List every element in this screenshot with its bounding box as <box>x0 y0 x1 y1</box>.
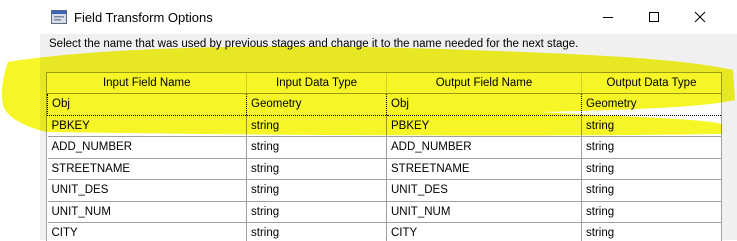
cell-input-field-name[interactable]: Obj <box>48 94 247 116</box>
cell-input-data-type[interactable]: string <box>247 115 387 137</box>
table-row[interactable]: ADD_NUMBER string ADD_NUMBER string <box>48 137 722 159</box>
cell-input-data-type[interactable]: string <box>247 201 387 223</box>
table-row[interactable]: UNIT_NUM string UNIT_NUM string <box>48 201 722 223</box>
cell-input-data-type[interactable]: string <box>247 158 387 180</box>
cell-output-field-name[interactable]: ADD_NUMBER <box>387 137 582 159</box>
cell-output-data-type[interactable]: string <box>582 223 722 241</box>
cell-input-field-name[interactable]: CITY <box>48 223 247 241</box>
cell-input-field-name[interactable]: STREETNAME <box>48 158 247 180</box>
cell-output-data-type[interactable]: Geometry <box>582 94 722 116</box>
cell-input-data-type[interactable]: Geometry <box>247 94 387 116</box>
close-icon <box>694 11 706 23</box>
cell-output-field-name[interactable]: CITY <box>387 223 582 241</box>
cell-output-data-type[interactable]: string <box>582 158 722 180</box>
minimize-button[interactable] <box>585 0 631 34</box>
column-header-input-data-type[interactable]: Input Data Type <box>247 73 387 94</box>
cell-output-data-type[interactable]: string <box>582 180 722 202</box>
cell-output-field-name[interactable]: UNIT_DES <box>387 180 582 202</box>
cell-output-data-type[interactable]: string <box>582 201 722 223</box>
cell-input-field-name[interactable]: UNIT_NUM <box>48 201 247 223</box>
title-bar[interactable]: Field Transform Options <box>0 0 737 34</box>
cell-input-data-type[interactable]: string <box>247 137 387 159</box>
table-row[interactable]: PBKEY string PBKEY string <box>48 115 722 137</box>
grid-header-row: Input Field Name Input Data Type Output … <box>48 73 722 94</box>
column-header-output-data-type[interactable]: Output Data Type <box>582 73 722 94</box>
cell-output-field-name[interactable]: Obj <box>387 94 582 116</box>
table-row[interactable]: CITY string CITY string <box>48 223 722 241</box>
cell-input-field-name[interactable]: PBKEY <box>48 115 247 137</box>
cell-input-field-name[interactable]: ADD_NUMBER <box>48 137 247 159</box>
cell-input-field-name[interactable]: UNIT_DES <box>48 180 247 202</box>
window-title: Field Transform Options <box>74 10 213 25</box>
instruction-text: Select the name that was used by previou… <box>49 38 578 50</box>
table-row[interactable]: UNIT_DES string UNIT_DES string <box>48 180 722 202</box>
table-row[interactable]: Obj Geometry Obj Geometry <box>48 94 722 116</box>
table-row[interactable]: STREETNAME string STREETNAME string <box>48 158 722 180</box>
minimize-icon <box>602 11 614 23</box>
cell-output-data-type[interactable]: string <box>582 137 722 159</box>
cell-output-field-name[interactable]: PBKEY <box>387 115 582 137</box>
cell-input-data-type[interactable]: string <box>247 223 387 241</box>
column-header-input-field-name[interactable]: Input Field Name <box>48 73 247 94</box>
maximize-icon <box>648 11 660 23</box>
cell-output-data-type[interactable]: string <box>582 115 722 137</box>
cell-output-field-name[interactable]: STREETNAME <box>387 158 582 180</box>
field-mapping-grid[interactable]: Input Field Name Input Data Type Output … <box>46 72 722 241</box>
maximize-button[interactable] <box>631 0 677 34</box>
app-window-icon <box>51 10 67 24</box>
close-button[interactable] <box>677 0 723 34</box>
cell-output-field-name[interactable]: UNIT_NUM <box>387 201 582 223</box>
cell-input-data-type[interactable]: string <box>247 180 387 202</box>
column-header-output-field-name[interactable]: Output Field Name <box>387 73 582 94</box>
